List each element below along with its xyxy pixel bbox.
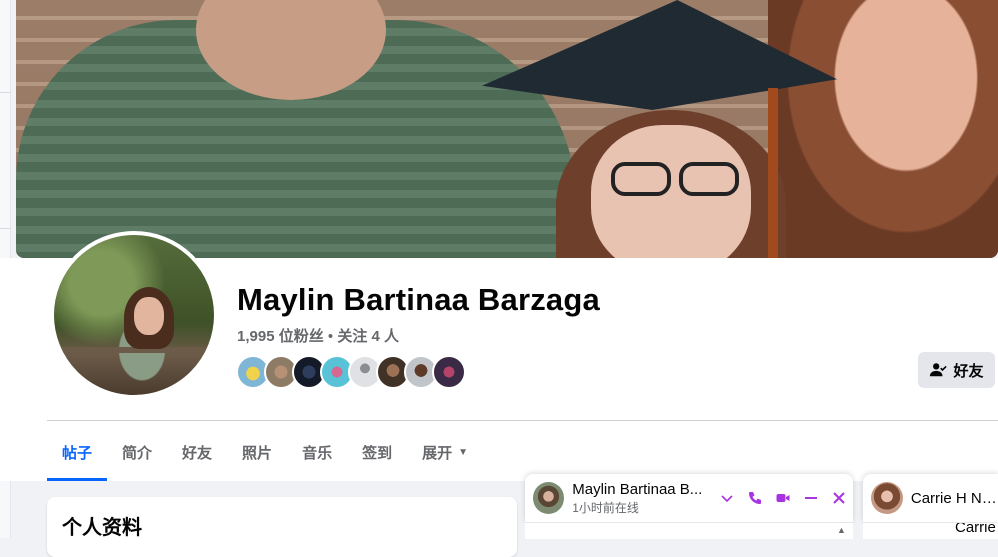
friend-status-button[interactable]: 好友 — [918, 352, 995, 388]
video-call-button[interactable] — [769, 484, 797, 512]
tab-friends[interactable]: 好友 — [167, 426, 227, 478]
profile-avatar[interactable] — [50, 231, 218, 399]
cover-glasses — [591, 162, 739, 198]
friend-avatar[interactable] — [432, 355, 466, 389]
close-chat-button[interactable] — [825, 484, 853, 512]
audio-call-button[interactable] — [741, 484, 769, 512]
cover-photo[interactable] — [16, 0, 998, 258]
caret-down-icon: ▼ — [458, 446, 469, 458]
chat-preview-2: Carrie — [955, 522, 996, 536]
chevron-down-icon — [721, 495, 733, 503]
tab-checkins[interactable]: 签到 — [347, 426, 407, 478]
profile-name: Maylin Bartinaa Barzaga — [237, 282, 600, 317]
chat-window-header[interactable]: Maylin Bartinaa B... 1小时前在线 — [525, 474, 853, 522]
scroll-up-icon[interactable]: ▲ — [837, 525, 846, 535]
graduation-cap — [482, 0, 837, 258]
chat-window-body-2[interactable]: Carrie — [863, 522, 998, 539]
tab-more[interactable]: 展开 ▼ — [407, 426, 483, 478]
following-link[interactable]: 关注 4 人 — [337, 328, 399, 345]
minimize-chat-button[interactable] — [797, 484, 825, 512]
chat-options-button[interactable] — [713, 484, 741, 512]
profile-stats: 1,995 位粉丝 • 关注 4 人 — [237, 325, 399, 346]
chat-avatar[interactable] — [533, 482, 565, 514]
tab-photos[interactable]: 照片 — [227, 426, 287, 478]
tab-posts[interactable]: 帖子 — [47, 426, 108, 481]
close-icon — [833, 492, 845, 504]
profile-tabs: 帖子 简介 好友 照片 音乐 签到 展开 ▼ — [47, 426, 483, 482]
tab-music[interactable]: 音乐 — [287, 426, 347, 478]
phone-icon — [749, 492, 761, 504]
header-divider — [47, 420, 998, 421]
video-camera-icon — [776, 494, 790, 502]
intro-card: 个人资料 — [47, 497, 517, 557]
followers-link[interactable]: 1,995 位粉丝 — [237, 328, 324, 345]
chat-avatar-2[interactable] — [871, 482, 903, 514]
friend-check-icon — [930, 363, 948, 377]
tab-about[interactable]: 简介 — [107, 426, 167, 478]
chat-contact-status: 1小时前在线 — [572, 500, 639, 515]
friend-button-label: 好友 — [953, 362, 984, 380]
chat-contact-name[interactable]: Maylin Bartinaa B... — [572, 481, 707, 498]
chat-window-body[interactable]: ▲ — [525, 522, 853, 539]
minimize-icon — [805, 497, 817, 499]
intro-title: 个人资料 — [62, 517, 142, 539]
chat-contact-name-2[interactable]: Carrie H Ngu — [911, 490, 998, 507]
chat-window-header-2[interactable]: Carrie H Ngu — [863, 474, 998, 522]
stats-separator: • — [323, 328, 338, 345]
